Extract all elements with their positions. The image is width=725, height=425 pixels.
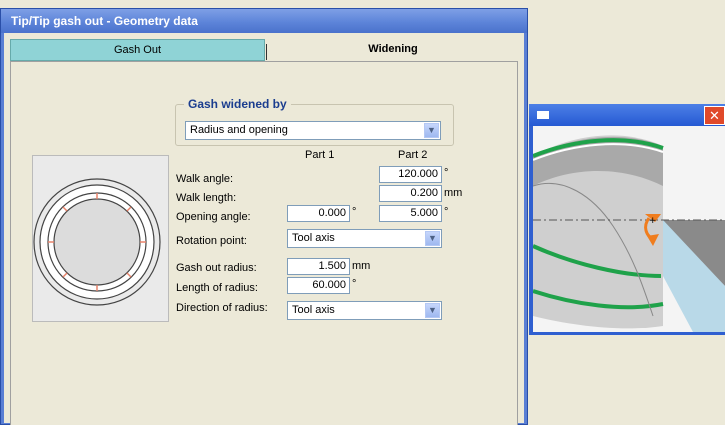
gash-widened-group-label: Gash widened by bbox=[184, 97, 291, 111]
close-icon[interactable]: ✕ bbox=[704, 106, 725, 125]
dialog-title: Tip/Tip gash out - Geometry data bbox=[11, 14, 198, 28]
tab-divider bbox=[266, 44, 267, 60]
opening-angle-part2-field[interactable]: 5.000 bbox=[379, 205, 442, 222]
opening-angle-unit2: ° bbox=[444, 206, 449, 218]
walk-angle-unit: ° bbox=[444, 167, 449, 179]
opening-angle-label: Opening angle: bbox=[176, 211, 251, 223]
column-header-part1: Part 1 bbox=[305, 149, 335, 161]
walk-length-part2-field[interactable]: 0.200 bbox=[379, 185, 442, 202]
walk-length-label: Walk length: bbox=[176, 192, 237, 204]
gash-widened-by-select[interactable]: Radius and opening ▼ bbox=[185, 121, 441, 140]
gash-preview bbox=[32, 155, 169, 322]
opening-angle-unit1: ° bbox=[352, 206, 357, 218]
tab-widening[interactable]: Widening bbox=[268, 39, 518, 61]
gash-out-radius-unit: mm bbox=[352, 260, 371, 272]
gash-out-radius-part1-field[interactable]: 1.500 bbox=[287, 258, 350, 275]
length-of-radius-label: Length of radius: bbox=[176, 282, 258, 294]
chevron-down-icon[interactable]: ▼ bbox=[425, 303, 440, 318]
tab-gash-out[interactable]: Gash Out bbox=[10, 39, 265, 61]
length-of-radius-part1-field[interactable]: 60.000 bbox=[287, 277, 350, 294]
tab-widening-label: Widening bbox=[368, 43, 418, 55]
column-header-part2: Part 2 bbox=[398, 149, 428, 161]
gash-preview-drawing bbox=[33, 178, 161, 306]
tool-preview-content: + bbox=[533, 126, 725, 332]
walk-angle-label: Walk angle: bbox=[176, 173, 234, 185]
window-icon bbox=[537, 111, 549, 119]
rotation-point-select[interactable]: Tool axis ▼ bbox=[287, 229, 442, 248]
tab-gash-out-label: Gash Out bbox=[113, 44, 162, 56]
tool-tip-illustration: + bbox=[533, 126, 725, 332]
chevron-down-icon[interactable]: ▼ bbox=[424, 123, 439, 138]
gash-out-radius-label: Gash out radius: bbox=[176, 262, 257, 274]
svg-text:+: + bbox=[649, 216, 657, 226]
tool-preview-window: ✕ + bbox=[529, 104, 725, 335]
rotation-point-label: Rotation point: bbox=[176, 235, 247, 247]
length-of-radius-unit: ° bbox=[352, 278, 357, 290]
dialog-title-bar[interactable]: Tip/Tip gash out - Geometry data bbox=[1, 9, 527, 33]
walk-length-unit: mm bbox=[444, 187, 463, 199]
tool-preview-title-bar[interactable] bbox=[529, 104, 725, 126]
walk-angle-part2-field[interactable]: 120.000 bbox=[379, 166, 442, 183]
chevron-down-icon[interactable]: ▼ bbox=[425, 231, 440, 246]
opening-angle-part1-field[interactable]: 0.000 bbox=[287, 205, 350, 222]
rotation-point-value: Tool axis bbox=[292, 232, 335, 244]
gash-widened-by-value: Radius and opening bbox=[190, 124, 288, 136]
direction-of-radius-select[interactable]: Tool axis ▼ bbox=[287, 301, 442, 320]
direction-of-radius-label: Direction of radius: bbox=[176, 302, 268, 314]
direction-of-radius-value: Tool axis bbox=[292, 304, 335, 316]
